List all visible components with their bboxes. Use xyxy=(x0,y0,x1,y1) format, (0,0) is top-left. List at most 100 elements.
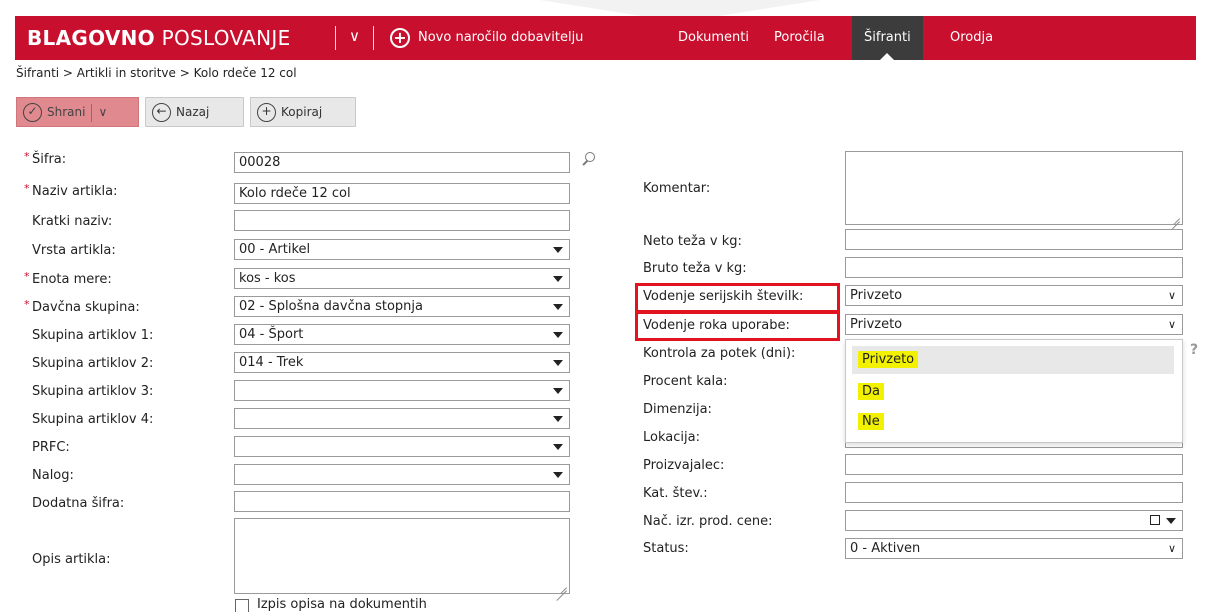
komentar-textarea[interactable] xyxy=(845,151,1183,225)
serijske-label: Vodenje serijskih številk: xyxy=(643,289,804,304)
back-button[interactable]: ← Nazaj xyxy=(145,97,244,127)
dropdown-option[interactable]: Privzeto xyxy=(852,346,1174,374)
davcna-select[interactable]: 02 - Splošna davčna stopnja xyxy=(234,296,570,317)
status-select[interactable]: 0 - Aktiven ∨ xyxy=(845,538,1183,559)
brand-light: POSLOVANJE xyxy=(161,26,291,50)
back-label: Nazaj xyxy=(176,105,210,119)
dodatna-label: Dodatna šifra: xyxy=(32,496,125,511)
dropdown-option[interactable]: Ne xyxy=(852,408,1174,436)
bruto-label: Bruto teža v kg: xyxy=(643,261,747,276)
chevron-down-icon: ∨ xyxy=(1167,289,1176,302)
dropdown-caret-icon xyxy=(553,276,563,282)
kontrola-label: Kontrola za potek (dni): xyxy=(643,346,796,361)
izpis-checkbox[interactable] xyxy=(235,599,249,612)
dropdown-caret-icon xyxy=(553,247,563,253)
skupina3-select[interactable] xyxy=(234,380,570,401)
app-header: BLAGOVNO POSLOVANJE ∨ + Novo naročilo dob… xyxy=(15,16,1196,61)
bruto-field[interactable] xyxy=(845,257,1183,278)
neto-label: Neto teža v kg: xyxy=(643,234,742,249)
dropdown-caret-icon xyxy=(553,472,563,478)
skupina1-label: Skupina artiklov 1: xyxy=(32,328,154,343)
sifra-field[interactable]: 00028 xyxy=(234,152,570,173)
dropdown-caret-icon xyxy=(553,388,563,394)
app-brand[interactable]: BLAGOVNO POSLOVANJE xyxy=(27,16,291,60)
header-separator xyxy=(335,26,336,50)
procent-label: Procent kala: xyxy=(643,374,728,389)
naziv-label: * Naziv artikla: xyxy=(24,182,118,199)
dimenzija-label: Dimenzija: xyxy=(643,402,712,417)
square-icon xyxy=(1150,515,1160,525)
menu-orodja[interactable]: Orodja xyxy=(938,16,1005,60)
izpis-label: Izpis opisa na dokumentih xyxy=(257,597,427,612)
prfc-select[interactable] xyxy=(234,436,570,457)
enota-select[interactable]: kos - kos xyxy=(234,268,570,289)
help-icon[interactable]: ? xyxy=(1190,342,1198,358)
plus-circle-icon: + xyxy=(390,27,410,48)
kratki-label: Kratki naziv: xyxy=(32,214,113,229)
dropdown-caret-icon xyxy=(553,416,563,422)
vrsta-select[interactable]: 00 - Artikel xyxy=(234,239,570,260)
nacizr-label: Nač. izr. prod. cene: xyxy=(643,514,773,529)
nalog-label: Nalog: xyxy=(32,468,74,483)
sifra-label: * Šifra: xyxy=(24,150,67,167)
proizvajalec-label: Proizvajalec: xyxy=(643,458,725,473)
rok-select[interactable]: Privzeto ∨ xyxy=(845,314,1183,335)
save-button[interactable]: ✓ Shrani ∨ xyxy=(16,97,139,127)
skupina4-select[interactable] xyxy=(234,408,570,429)
chevron-down-icon: ∨ xyxy=(1167,542,1176,555)
chevron-down-icon: ∨ xyxy=(1167,318,1176,331)
dropdown-caret-icon xyxy=(553,444,563,450)
prfc-label: PRFC: xyxy=(32,440,70,455)
header-separator xyxy=(373,26,374,50)
search-icon[interactable] xyxy=(582,152,596,166)
resize-handle-icon[interactable] xyxy=(555,579,567,591)
kratki-field[interactable] xyxy=(234,210,570,231)
breadcrumb: Šifranti > Artikli in storitve > Kolo rd… xyxy=(16,66,297,80)
dodatna-field[interactable] xyxy=(234,491,570,512)
menu-sifranti[interactable]: Šifranti xyxy=(852,16,923,61)
menu-dokumenti[interactable]: Dokumenti xyxy=(666,16,761,60)
skupina2-label: Skupina artiklov 2: xyxy=(32,356,154,371)
naziv-field[interactable]: Kolo rdeče 12 col xyxy=(234,183,570,204)
nacizr-select[interactable] xyxy=(845,510,1183,531)
chevron-down-icon[interactable]: ∨ xyxy=(349,27,360,45)
required-marker: * xyxy=(24,150,30,163)
copy-button[interactable]: + Kopiraj xyxy=(250,97,356,127)
opis-label: Opis artikla: xyxy=(32,552,111,567)
dropdown-caret-icon xyxy=(553,360,563,366)
new-order-button[interactable]: + Novo naročilo dobavitelju xyxy=(390,16,583,60)
required-marker: * xyxy=(24,182,30,195)
neto-field[interactable] xyxy=(845,229,1183,250)
dropdown-option[interactable]: Da xyxy=(852,378,1174,406)
skupina1-select[interactable]: 04 - Šport xyxy=(234,324,570,345)
skupina2-select[interactable]: 014 - Trek xyxy=(234,352,570,373)
proizvajalec-field[interactable] xyxy=(845,454,1183,475)
enota-label: * Enota mere: xyxy=(24,270,112,287)
vrsta-label: Vrsta artikla: xyxy=(32,243,116,258)
save-divider xyxy=(91,103,93,122)
resize-handle-icon[interactable] xyxy=(1168,210,1180,222)
menu-porocila[interactable]: Poročila xyxy=(762,16,837,60)
katstev-field[interactable] xyxy=(845,482,1183,503)
nalog-select[interactable] xyxy=(234,464,570,485)
arrow-left-circle-icon: ← xyxy=(152,103,171,122)
plus-circle-icon: + xyxy=(257,103,276,122)
komentar-label: Komentar: xyxy=(643,181,711,196)
serijske-select[interactable]: Privzeto ∨ xyxy=(845,285,1183,306)
davcna-label: * Davčna skupina: xyxy=(24,298,140,315)
opis-textarea[interactable] xyxy=(234,518,570,594)
dropdown-caret-icon xyxy=(553,304,563,310)
required-marker: * xyxy=(24,270,30,283)
brand-bold: BLAGOVNO xyxy=(27,26,155,50)
required-marker: * xyxy=(24,298,30,311)
skupina3-label: Skupina artiklov 3: xyxy=(32,384,154,399)
status-label: Status: xyxy=(643,541,689,556)
dropdown-caret-icon xyxy=(553,332,563,338)
katstev-label: Kat. štev.: xyxy=(643,486,708,501)
chevron-down-icon[interactable]: ∨ xyxy=(98,105,107,119)
rok-label: Vodenje roka uporabe: xyxy=(643,318,790,333)
dropdown-popup: Privzeto Da Ne xyxy=(845,339,1183,443)
copy-label: Kopiraj xyxy=(281,105,323,119)
check-circle-icon: ✓ xyxy=(23,103,42,122)
dropdown-caret-icon xyxy=(1166,518,1176,524)
